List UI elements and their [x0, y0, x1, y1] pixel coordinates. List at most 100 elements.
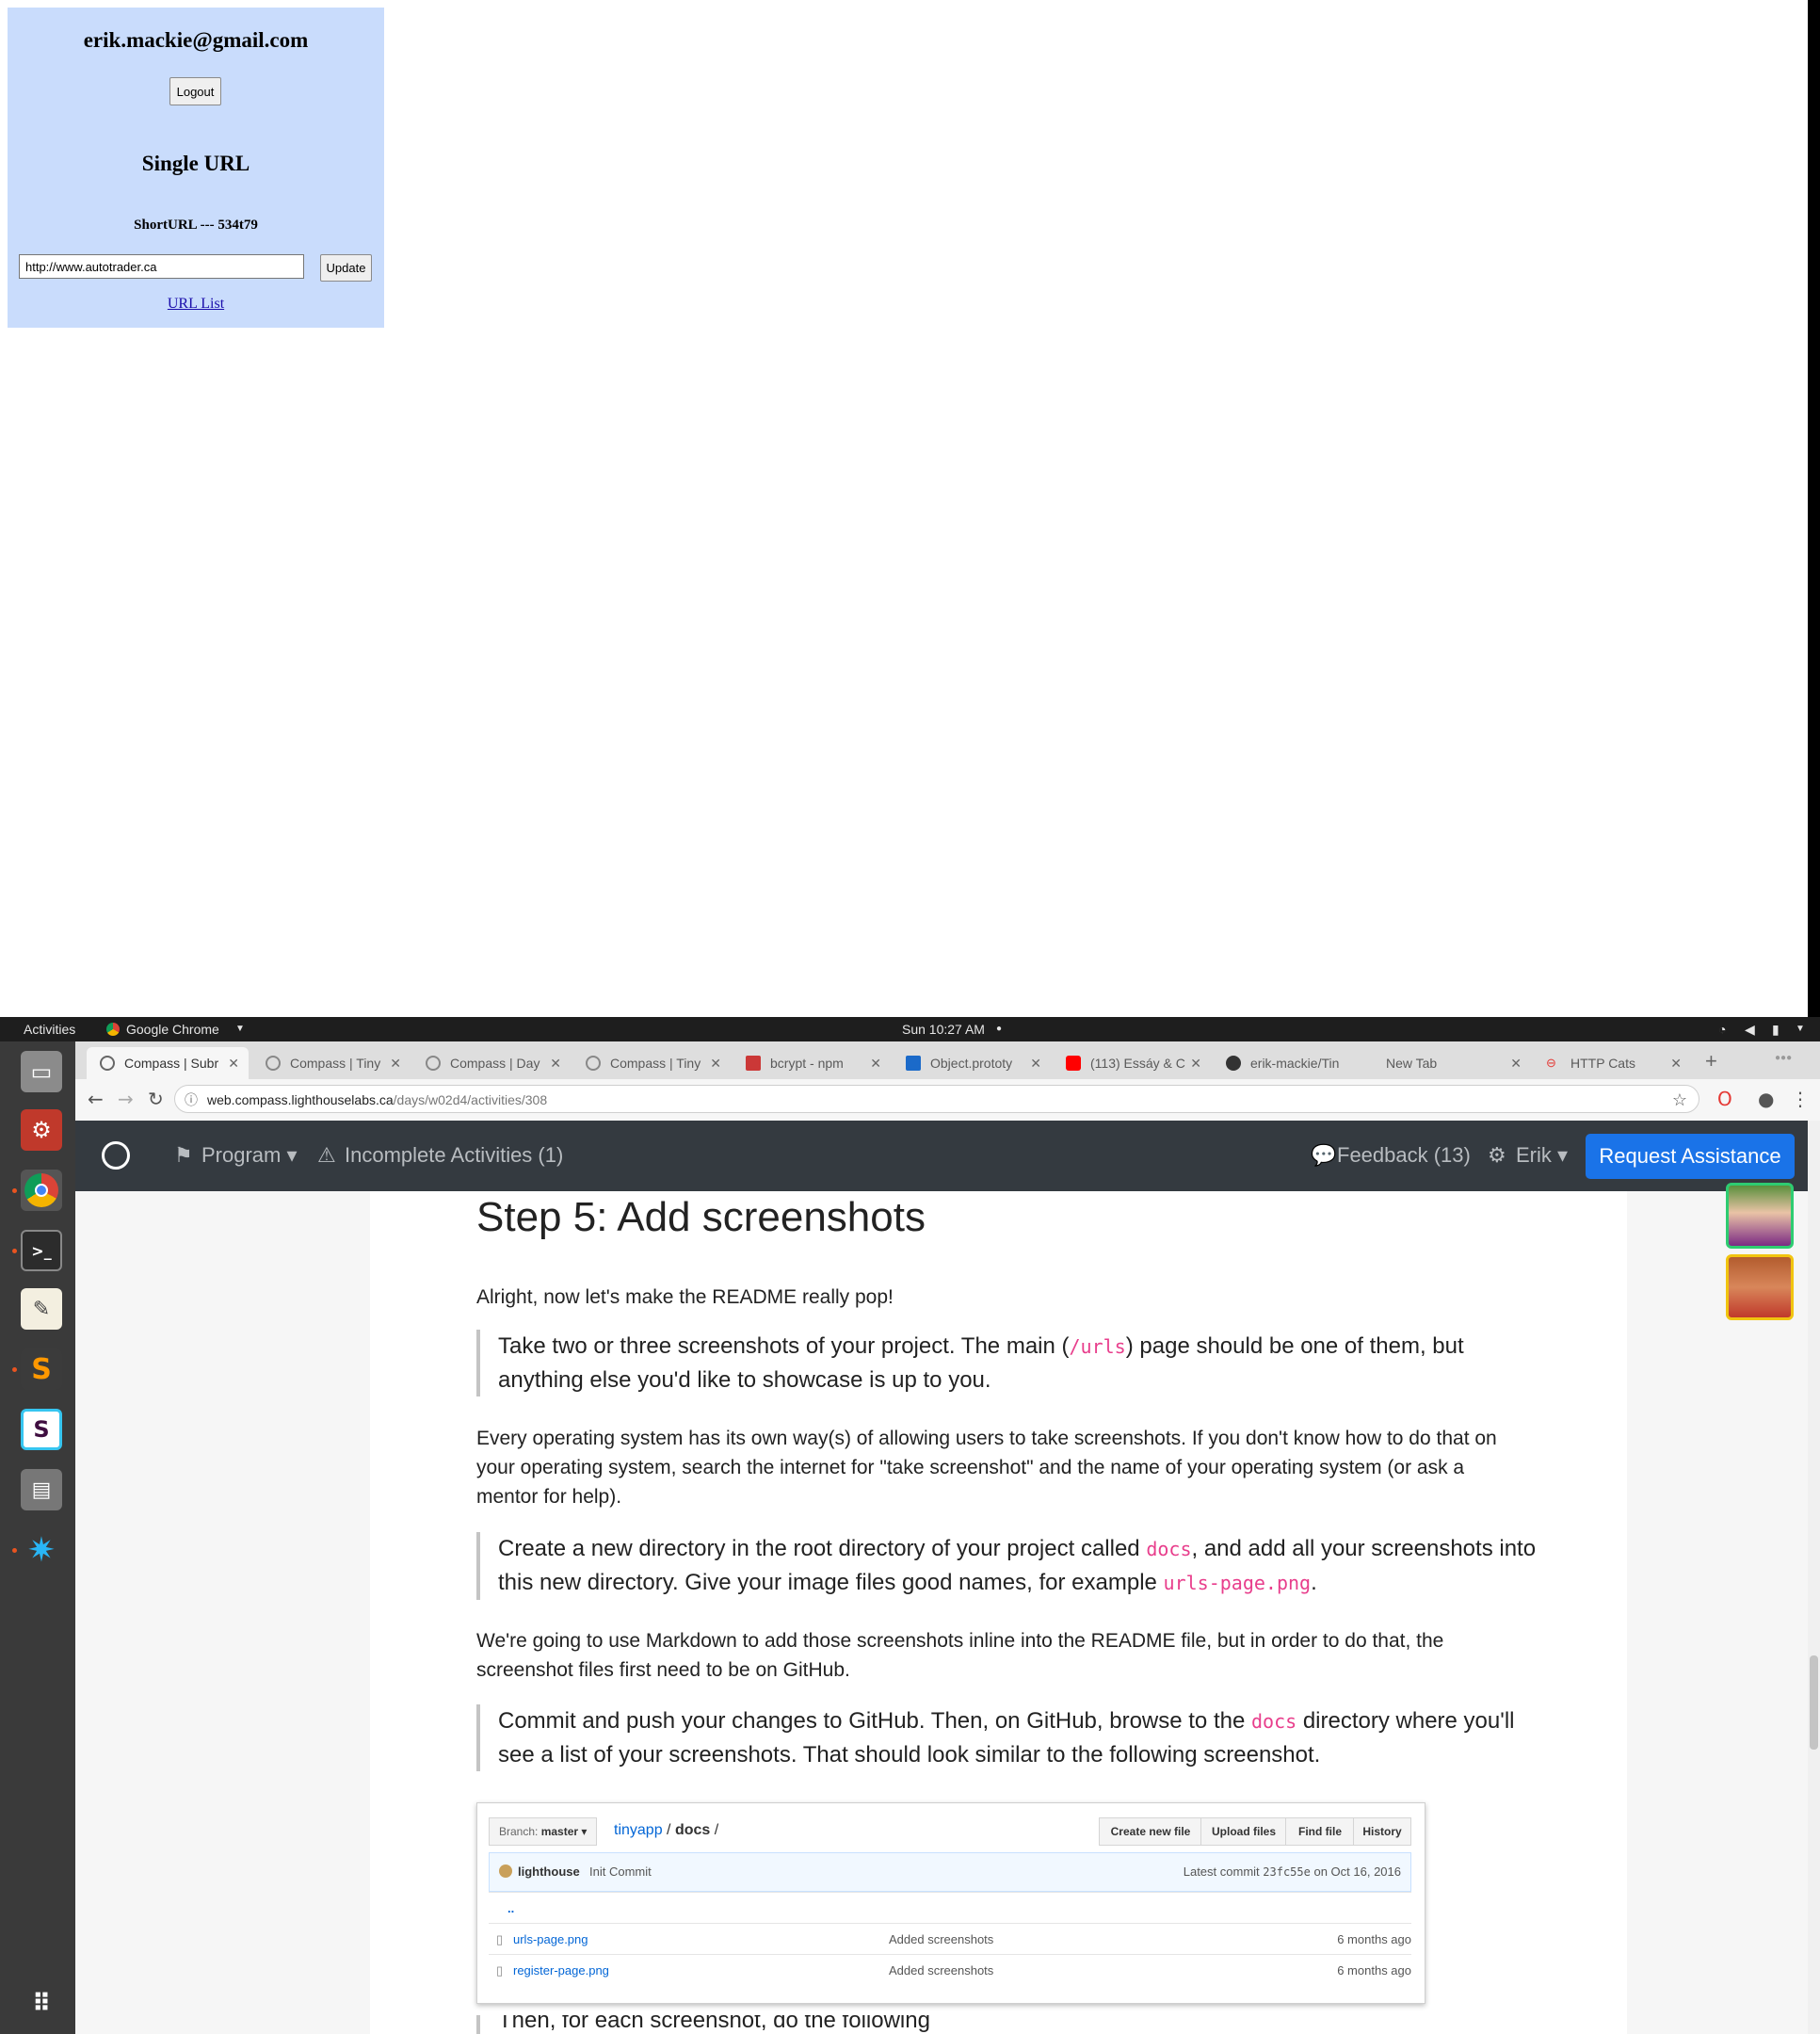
tab-http-cats[interactable]: ⊖ HTTP Cats ✕ — [1533, 1047, 1691, 1079]
chrome-icon[interactable] — [21, 1170, 62, 1211]
gears-icon: ⚙ — [1488, 1143, 1506, 1167]
tab-github[interactable]: erik-mackie/Tin — [1213, 1047, 1371, 1079]
repo-link: tinyapp — [614, 1822, 663, 1838]
tab-object-prototype[interactable]: Object.prototy ✕ — [893, 1047, 1051, 1079]
close-tab-icon[interactable]: ✕ — [550, 1047, 561, 1079]
browser-toolbar: ← → ↻ ⓘ web.compass.lighthouselabs.ca/da… — [75, 1079, 1820, 1122]
inline-code: urls-page.png — [1163, 1572, 1312, 1594]
blockquote-docs-dir: Create a new directory in the root direc… — [476, 1532, 1540, 1600]
compass-navbar: ⚑ Program ▾ ⚠ Incomplete Activities (1) … — [75, 1121, 1808, 1191]
short-url-label: ShortURL --- 534t79 — [134, 218, 258, 233]
inline-code: /urls — [1069, 1335, 1126, 1358]
clock[interactable]: Sun 10:27 AM — [902, 1022, 985, 1037]
gh-find-file-button: Find file — [1285, 1817, 1355, 1846]
battery-icon[interactable]: ▮ — [1772, 1022, 1780, 1038]
window-controls[interactable]: ●●● — [1775, 1053, 1812, 1064]
tab-compass-tiny-2[interactable]: Compass | Tiny ✕ — [572, 1047, 731, 1079]
step-heading: Step 5: Add screenshots — [476, 1194, 926, 1240]
tab-label: (113) Essáy & C — [1090, 1056, 1185, 1071]
tab-label: Compass | Subr — [124, 1056, 219, 1071]
path-separator: / — [667, 1822, 671, 1838]
text-editor-icon[interactable]: ✎ — [21, 1288, 62, 1330]
active-app-name[interactable]: Google Chrome — [126, 1022, 219, 1037]
bookmark-star-icon[interactable]: ☆ — [1672, 1086, 1687, 1114]
sublime-text-icon[interactable]: S — [21, 1348, 62, 1390]
settings-gear-icon[interactable]: ⚙ — [21, 1109, 62, 1151]
mentor-avatar[interactable] — [1726, 1254, 1794, 1320]
feedback-link[interactable]: Feedback (13) — [1337, 1143, 1471, 1168]
new-tab-plus-icon[interactable]: + — [1705, 1049, 1717, 1074]
reload-icon[interactable]: ↻ — [148, 1088, 164, 1110]
vscode-icon[interactable]: ✷ — [21, 1529, 62, 1571]
intro-paragraph: Alright, now let's make the README reall… — [476, 1286, 894, 1308]
activities-button[interactable]: Activities — [24, 1022, 75, 1037]
scrollbar[interactable] — [1808, 1121, 1820, 2034]
close-tab-icon[interactable]: ✕ — [1190, 1047, 1201, 1079]
close-tab-icon[interactable]: ✕ — [1510, 1047, 1522, 1079]
printer-icon[interactable]: ▤ — [21, 1469, 62, 1510]
blockquote-commit: Commit and push your changes to GitHub. … — [476, 1704, 1540, 1771]
file-name: urls-page.png — [513, 1932, 588, 1946]
close-tab-icon[interactable]: ✕ — [1030, 1047, 1041, 1079]
app-grid-icon[interactable]: ⠿ — [21, 1983, 62, 2025]
gh-history-button: History — [1353, 1817, 1411, 1846]
user-menu[interactable]: Erik ▾ — [1516, 1143, 1568, 1168]
tab-new-tab[interactable]: New Tab ✕ — [1373, 1047, 1531, 1079]
tab-compass-day[interactable]: Compass | Day ✕ — [412, 1047, 571, 1079]
blockquote-screenshots: Take two or three screenshots of your pr… — [476, 1330, 1540, 1396]
profile-icon[interactable]: ● — [1758, 1088, 1774, 1110]
tab-label: bcrypt - npm — [770, 1056, 844, 1071]
gh-upload-button: Upload files — [1200, 1817, 1287, 1846]
update-button[interactable]: Update — [320, 254, 372, 282]
close-tab-icon[interactable]: ✕ — [228, 1047, 239, 1079]
terminal-icon[interactable]: >_ — [21, 1230, 62, 1271]
inline-code: docs — [1250, 1710, 1297, 1733]
program-label: Program — [201, 1143, 282, 1167]
wifi-icon[interactable]: ◔ — [1718, 1022, 1726, 1037]
tab-compass-submission[interactable]: Compass | Subr ✕ — [87, 1047, 249, 1079]
tab-label: New Tab — [1386, 1056, 1438, 1071]
compass-logo-icon[interactable] — [102, 1141, 130, 1170]
slack-icon[interactable]: S — [21, 1409, 62, 1450]
file-manager-icon[interactable]: ▭ — [21, 1051, 62, 1092]
info-icon[interactable]: ⓘ — [185, 1086, 198, 1114]
user-name: Erik — [1516, 1143, 1552, 1167]
tab-compass-tiny-1[interactable]: Compass | Tiny ✕ — [252, 1047, 411, 1079]
volume-icon[interactable]: ◀ — [1745, 1022, 1755, 1038]
branch-label: Branch: — [499, 1825, 539, 1838]
logout-button[interactable]: Logout — [169, 77, 221, 105]
bq-text: Create a new directory in the root direc… — [498, 1536, 1147, 1561]
incomplete-activities-link[interactable]: Incomplete Activities (1) — [345, 1143, 563, 1168]
close-tab-icon[interactable]: ✕ — [1670, 1047, 1682, 1079]
page-title: Single URL — [141, 152, 250, 175]
warning-icon: ⚠ — [317, 1143, 336, 1167]
ubuntu-dock: ▭ ⚙ >_ ✎ S S ▤ ✷ ⠿ — [0, 1041, 75, 2034]
request-assistance-button[interactable]: Request Assistance — [1586, 1134, 1795, 1179]
table-row: ▯ register-page.png Added screenshots 6 … — [489, 1954, 1411, 1986]
commit-message: Init Commit — [589, 1864, 652, 1879]
address-bar[interactable]: ⓘ web.compass.lighthouselabs.ca/days/w02… — [174, 1085, 1699, 1113]
close-tab-icon[interactable]: ✕ — [870, 1047, 881, 1079]
tab-youtube[interactable]: (113) Essáy & C ✕ — [1053, 1047, 1211, 1079]
tab-label: Object.prototy — [930, 1056, 1013, 1071]
opera-extension-icon[interactable]: O — [1717, 1088, 1732, 1110]
mentor-avatar[interactable] — [1726, 1183, 1794, 1249]
chrome-menu-icon[interactable]: ⋮ — [1791, 1088, 1810, 1110]
forward-arrow-icon[interactable]: → — [118, 1088, 134, 1110]
url-list-link[interactable]: URL List — [8, 296, 384, 313]
system-menu-chevron-icon[interactable]: ▼ — [1796, 1024, 1805, 1034]
url-path: /days/w02d4/activities/308 — [393, 1092, 548, 1107]
blockquote-next-step: Then, for each screenshot, do the follow… — [476, 2015, 1540, 2034]
close-tab-icon[interactable]: ✕ — [710, 1047, 721, 1079]
close-tab-icon[interactable]: ✕ — [390, 1047, 401, 1079]
path-separator: / — [714, 1822, 719, 1838]
bq-text: Take two or three screenshots of your pr… — [498, 1333, 1070, 1359]
tab-bcrypt-npm[interactable]: bcrypt - npm ✕ — [733, 1047, 891, 1079]
program-menu[interactable]: Program ▾ — [201, 1143, 298, 1168]
file-name: register-page.png — [513, 1963, 609, 1978]
long-url-input[interactable] — [19, 254, 304, 279]
folder-name: docs — [674, 1822, 711, 1838]
back-arrow-icon[interactable]: ← — [88, 1088, 104, 1110]
scrollbar-thumb[interactable] — [1810, 1655, 1818, 1750]
commit-user: lighthouse — [518, 1864, 580, 1879]
